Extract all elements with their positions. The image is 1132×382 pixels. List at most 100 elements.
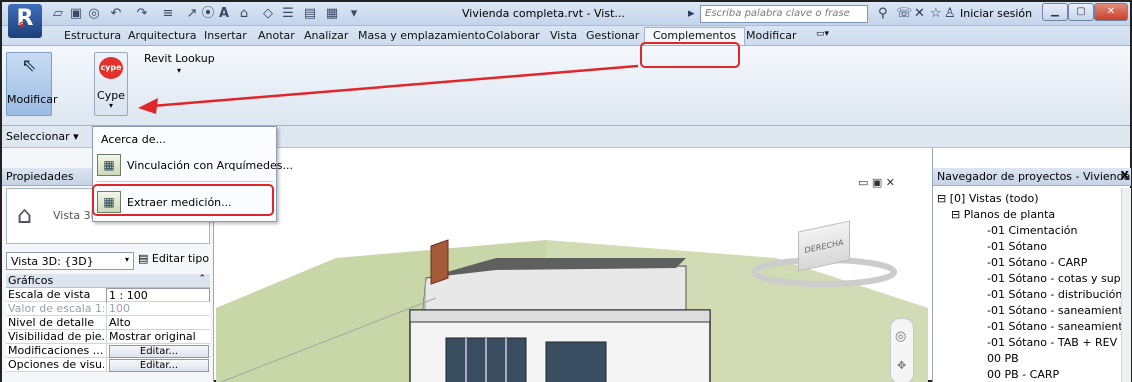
display-options-edit-button[interactable]: Editar... xyxy=(109,359,209,372)
modificar-button[interactable]: ⇖ Modificar xyxy=(6,52,58,116)
redo-icon[interactable]: ↷ xyxy=(134,6,150,22)
table-row: Visibilidad de pie... Mostrar original xyxy=(6,330,210,344)
tab-insertar[interactable]: Insertar xyxy=(204,29,247,42)
list-item[interactable]: -01 Cimentación xyxy=(987,224,1078,237)
list-item[interactable]: -01 Sótano - CARP xyxy=(987,256,1087,269)
list-item[interactable]: -01 Sótano - distribución xyxy=(987,288,1121,301)
menu-item-label: Acerca de... xyxy=(101,133,166,146)
part-visibility-value[interactable]: Mostrar original xyxy=(106,330,210,343)
subscription-icon[interactable]: ☏ xyxy=(896,6,912,22)
viewcube-face-label: DERECHA xyxy=(804,237,844,256)
list-item[interactable]: -01 Sótano - cotas y sup xyxy=(987,272,1121,285)
graphics-group-header[interactable]: Gráficos ⌃ xyxy=(6,274,210,288)
table-row: Opciones de visu... Editar... xyxy=(6,358,210,372)
browser-header: Navegador de proyectos - Vivienda ... X xyxy=(933,168,1132,186)
list-item[interactable]: -01 Sótano - TAB + REV + xyxy=(987,336,1121,349)
list-item[interactable]: -01 Sótano - saneamiento xyxy=(987,304,1121,317)
browser-close-button[interactable]: X xyxy=(1121,169,1129,182)
pan-icon[interactable]: ✥ xyxy=(897,359,906,372)
chevron-down-icon: ▾ xyxy=(177,66,182,75)
table-row: Escala de vista 1 : 100 xyxy=(6,288,210,303)
minimize-button[interactable]: ▁ xyxy=(1042,3,1068,21)
customize-qat-icon[interactable]: ▾ xyxy=(346,6,362,22)
measure-icon[interactable]: ≡ xyxy=(160,6,176,22)
text-icon[interactable]: A xyxy=(216,6,232,22)
favorites-icon[interactable]: ☆ xyxy=(930,6,942,22)
expand-search-icon[interactable]: ▸ xyxy=(688,6,695,22)
property-key: Opciones de visu... xyxy=(8,358,104,371)
instance-selector[interactable]: Vista 3D: {3D} ▾ xyxy=(6,252,134,270)
property-key: Valor de escala 1: xyxy=(8,302,104,315)
tab-colaborar[interactable]: Colaborar xyxy=(486,29,540,42)
search-input[interactable]: Escriba palabra clave o frase xyxy=(700,5,868,23)
vg-overrides-edit-button[interactable]: Editar... xyxy=(109,345,209,358)
3d-icon[interactable]: ⌂ xyxy=(236,6,252,22)
maximize-button[interactable]: ▢ xyxy=(1068,3,1094,21)
ribbon-tab-bar: Estructura Arquitectura Insertar Anotar … xyxy=(2,26,1130,46)
annotation-highlight-extraer xyxy=(92,184,274,216)
tab-analizar[interactable]: Analizar xyxy=(304,29,348,42)
collapse-icon: ⌃ xyxy=(198,274,206,284)
list-item[interactable]: 00 PB - CARP xyxy=(987,368,1059,381)
property-key: Nivel de detalle xyxy=(8,316,95,329)
properties-title: Propiedades xyxy=(6,170,74,183)
tree-root-label: Vistas (todo) xyxy=(968,192,1039,205)
tab-masa-emplazamiento[interactable]: Masa y emplazamiento xyxy=(358,29,486,42)
menu-item-vinculacion-arquimedes[interactable]: ▦ Vinculación con Arquímedes... xyxy=(93,153,293,179)
binoculars-icon[interactable]: ⚲ xyxy=(878,6,888,22)
menu-item-acerca-de[interactable]: Acerca de... xyxy=(93,133,276,151)
navigation-bar[interactable]: ◎ ✥ xyxy=(890,318,914,382)
view-window-controls[interactable]: ▭ ▣ ✕ xyxy=(858,176,895,189)
close-button[interactable]: ✕ xyxy=(1094,3,1128,21)
cype-button[interactable]: cype Cype ▾ xyxy=(94,52,128,116)
edit-type-label: Editar tipo xyxy=(151,252,210,265)
detail-level-value[interactable]: Alto xyxy=(106,316,210,329)
browser-scrollbar[interactable] xyxy=(1121,188,1131,382)
list-item[interactable]: -01 Sótano - saneamiento xyxy=(987,320,1121,333)
window-controls: ▁ ▢ ✕ xyxy=(1042,3,1132,23)
tab-estructura[interactable]: Estructura xyxy=(64,29,121,42)
close-views-icon[interactable]: ▤ xyxy=(302,6,318,22)
switch-windows-icon[interactable]: ▦ xyxy=(324,6,340,22)
undo-icon[interactable]: ↶ xyxy=(108,6,124,22)
steering-wheel-icon[interactable]: ◎ xyxy=(895,329,906,344)
list-item[interactable]: 00 PB xyxy=(987,352,1019,365)
tab-gestionar[interactable]: Gestionar xyxy=(586,29,639,42)
edit-type-button[interactable]: ▤ Editar tipo xyxy=(138,252,210,270)
application-menu-button[interactable]: R s xyxy=(8,4,42,38)
view-scale-input[interactable]: 1 : 100 xyxy=(106,288,210,303)
cursor-arrow-icon: ⇖ xyxy=(21,55,37,76)
annotation-highlight-complementos xyxy=(640,42,740,68)
tab-modificar[interactable]: Modificar xyxy=(746,29,797,42)
chevron-down-icon: ▾ xyxy=(108,101,113,110)
tab-anotar[interactable]: Anotar xyxy=(258,29,295,42)
property-key: Visibilidad de pie... xyxy=(8,330,104,343)
property-value: 100 xyxy=(106,302,210,315)
table-row: Valor de escala 1: 100 xyxy=(6,302,210,316)
modificar-label: Modificar xyxy=(7,93,58,106)
tree-root[interactable]: ⊟ [0] Vistas (todo) xyxy=(937,192,1039,205)
sync-icon[interactable]: ◎ xyxy=(86,6,102,22)
tab-arquitectura[interactable]: Arquitectura xyxy=(128,29,197,42)
app-logo-sub: s xyxy=(19,20,25,30)
user-icon[interactable]: ♙ xyxy=(944,6,956,22)
minimize-ribbon-icon[interactable]: ▭▾ xyxy=(816,29,829,39)
tab-vista[interactable]: Vista xyxy=(550,29,577,42)
thin-lines-icon[interactable]: ☰ xyxy=(280,6,296,22)
menu-separator xyxy=(97,181,273,182)
3d-viewport[interactable]: ▭ ▣ ✕ DERECHA ◎ ✥ xyxy=(216,148,928,382)
save-icon[interactable]: ▣ xyxy=(68,6,84,22)
seleccionar-dropdown[interactable]: Seleccionar ▾ xyxy=(6,130,79,143)
dimension-icon[interactable]: ↗ xyxy=(184,6,200,22)
project-browser: Navegador de proyectos - Vivienda ... X … xyxy=(932,148,1132,382)
open-icon[interactable]: ▱ xyxy=(50,6,66,22)
revit-lookup-button[interactable]: Revit Lookup xyxy=(144,52,215,65)
signin-button[interactable]: Iniciar sesión xyxy=(960,7,1032,20)
tag-icon[interactable]: ⦿ xyxy=(200,6,216,22)
section-icon[interactable]: ◇ xyxy=(260,6,276,22)
tree-group[interactable]: ⊟ Planos de planta xyxy=(951,208,1055,221)
title-bar: R s ▱ ▣ ◎ ↶ ↷ ≡ ↗ ⦿ A ⌂ ◇ ☰ ▤ ▦ ▾ Vivien… xyxy=(2,2,1132,38)
communication-icon[interactable]: ✕ xyxy=(914,6,925,22)
list-item[interactable]: -01 Sótano xyxy=(987,240,1047,253)
collapse-icon: ⊟ xyxy=(937,192,947,205)
